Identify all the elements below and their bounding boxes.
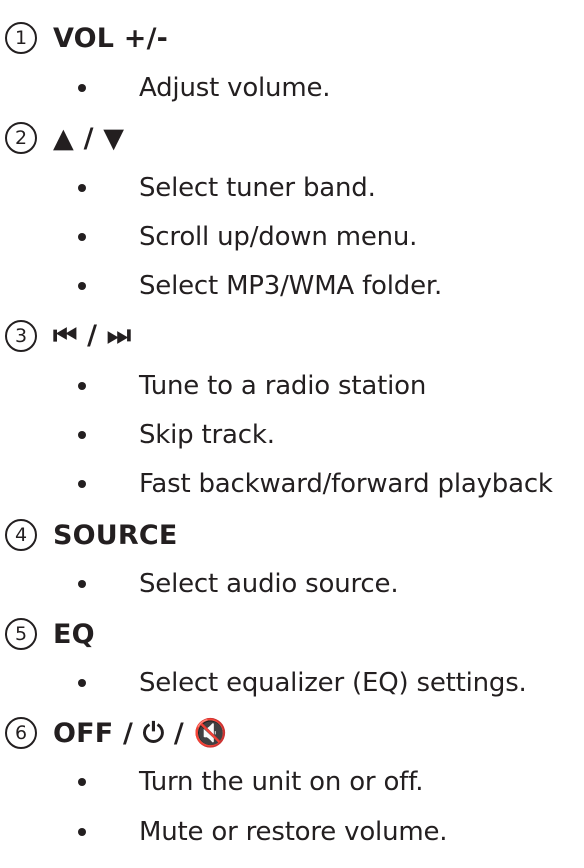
bullet-text: Turn the unit on or off.: [139, 767, 424, 797]
control-label-prev-next: ⏮ / ⏭: [53, 320, 132, 351]
bullet-icon: [78, 580, 86, 588]
item-6-heading: 6 OFF / ⏻ / 🔇: [5, 713, 227, 753]
bullet-text: Select tuner band.: [139, 173, 376, 203]
bullet-icon: [78, 480, 86, 488]
bullet-icon: [78, 679, 86, 687]
item-4-heading: 4 SOURCE: [5, 515, 178, 555]
item-number-badge: 2: [5, 122, 37, 154]
control-label-off-power-mute: OFF / ⏻ / 🔇: [53, 717, 228, 749]
bullet-icon: [78, 282, 86, 290]
bullet-text: Mute or restore volume.: [139, 817, 448, 847]
bullet-text: Tune to a radio station: [139, 371, 427, 401]
bullet-text: Adjust volume.: [139, 73, 331, 103]
bullet-text: Fast backward/forward playback: [139, 469, 553, 499]
item-number-badge: 1: [5, 22, 37, 54]
control-label-up-down: ▲ / ▼: [53, 122, 125, 154]
bullet-text: Select equalizer (EQ) settings.: [139, 668, 527, 698]
list-item: Select equalizer (EQ) settings.: [78, 663, 527, 703]
list-item: Scroll up/down menu.: [78, 217, 417, 257]
bullet-icon: [78, 778, 86, 786]
list-item: Mute or restore volume.: [78, 812, 448, 852]
bullet-text: Scroll up/down menu.: [139, 222, 418, 252]
item-1-heading: 1 VOL +/-: [5, 18, 168, 58]
control-label-vol: VOL +/-: [53, 22, 169, 54]
list-item: Adjust volume.: [78, 68, 331, 108]
bullet-icon: [78, 184, 86, 192]
item-number-badge: 3: [5, 320, 37, 352]
bullet-text: Skip track.: [139, 420, 275, 450]
control-label-eq: EQ: [53, 618, 95, 650]
bullet-icon: [78, 233, 86, 241]
bullet-icon: [78, 84, 86, 92]
list-item: Turn the unit on or off.: [78, 762, 423, 802]
bullet-text: Select MP3/WMA folder.: [139, 271, 443, 301]
item-2-heading: 2 ▲ / ▼: [5, 118, 124, 158]
item-3-heading: 3 ⏮ / ⏭: [5, 316, 131, 356]
bullet-icon: [78, 431, 86, 439]
list-item: Select MP3/WMA folder.: [78, 266, 442, 306]
item-number-badge: 4: [5, 519, 37, 551]
item-5-heading: 5 EQ: [5, 614, 95, 654]
list-item: Select tuner band.: [78, 168, 376, 208]
bullet-text: Select audio source.: [139, 569, 399, 599]
list-item: Skip track.: [78, 415, 275, 455]
bullet-icon: [78, 828, 86, 836]
list-item: Tune to a radio station: [78, 366, 426, 406]
item-number-badge: 6: [5, 717, 37, 749]
bullet-icon: [78, 382, 86, 390]
item-number-badge: 5: [5, 618, 37, 650]
list-item: Fast backward/forward playback: [78, 464, 553, 504]
list-item: Select audio source.: [78, 564, 399, 604]
control-label-source: SOURCE: [53, 519, 178, 551]
